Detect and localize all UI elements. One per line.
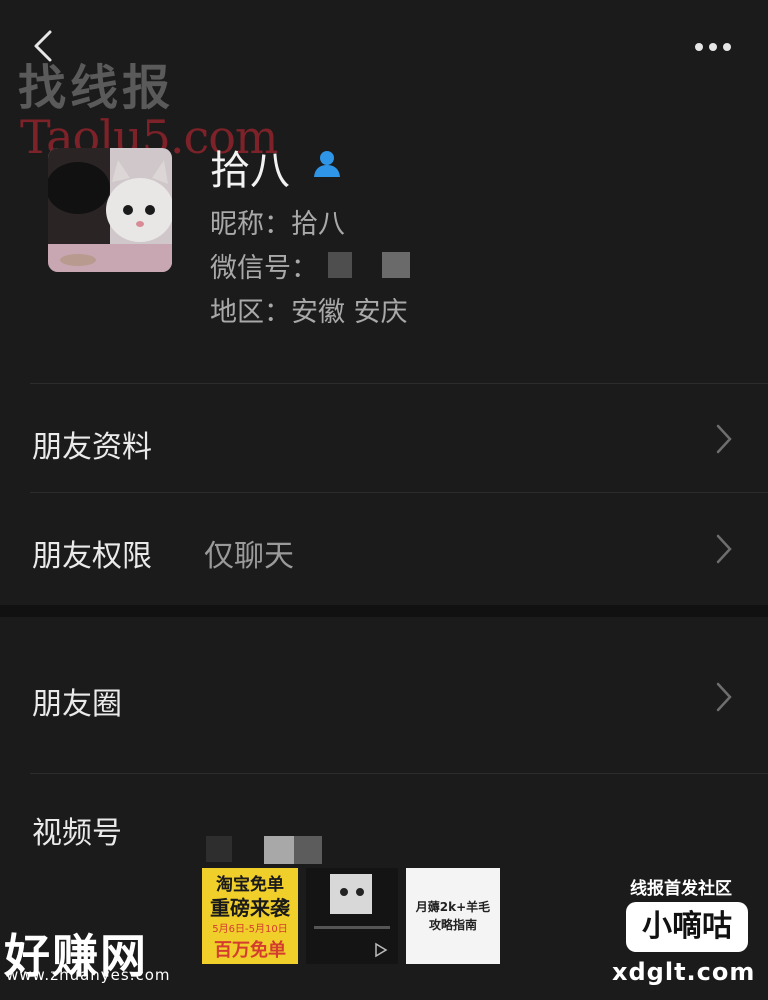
row-friend-info-label: 朋友资料: [32, 430, 152, 465]
redacted-block: [206, 836, 232, 862]
more-dots-icon: [695, 43, 731, 51]
profile-name: 拾八: [210, 148, 290, 194]
redacted-block: [294, 836, 322, 864]
contact-verified-icon: [310, 147, 344, 181]
nickname-text: 昵称：拾八: [210, 209, 345, 240]
row-friend-permission-label: 朋友权限: [32, 539, 152, 574]
ad-thumbnail[interactable]: 月薅2k+羊毛 攻略指南: [406, 868, 500, 964]
video-preview-image: [314, 874, 390, 958]
watermark-bottom-left-url: www.zhuanyes.com: [6, 966, 171, 984]
row-friend-info[interactable]: 朋友资料: [0, 384, 768, 492]
avatar[interactable]: [48, 148, 172, 272]
wechat-id-text: 微信号：: [210, 253, 318, 284]
chevron-right-icon: [716, 682, 732, 712]
avatar-image: [48, 148, 172, 272]
row-moments-label: 朋友圈: [32, 687, 122, 722]
section-gap: [0, 605, 768, 617]
more-button[interactable]: [690, 32, 740, 62]
watermark-bottom-right-url: xdglt.com: [612, 958, 756, 986]
watermark-bottom-right-badge: 小嘀咕: [626, 902, 748, 952]
chevron-right-icon: [716, 534, 732, 564]
redacted-block: [382, 252, 410, 278]
region-text: 地区：安徽 安庆: [210, 297, 408, 328]
row-friend-permission[interactable]: 朋友权限 仅聊天: [0, 493, 768, 603]
redacted-block: [264, 836, 294, 864]
row-friend-permission-value: 仅聊天: [204, 539, 294, 574]
video-thumbnail[interactable]: [306, 868, 398, 964]
row-channels-label: 视频号: [32, 816, 122, 851]
watermark-bottom-right-tagline: 线报首发社区: [630, 879, 732, 899]
chevron-right-icon: [716, 424, 732, 454]
row-moments[interactable]: 朋友圈: [0, 617, 768, 773]
ad-thumbnail[interactable]: 淘宝免单 重磅来袭 5月6日-5月10日 百万免单: [202, 868, 298, 964]
redacted-block: [328, 252, 352, 278]
row-channels[interactable]: 视频号: [0, 774, 768, 874]
watermark-top-cn: 找线报: [18, 60, 175, 116]
